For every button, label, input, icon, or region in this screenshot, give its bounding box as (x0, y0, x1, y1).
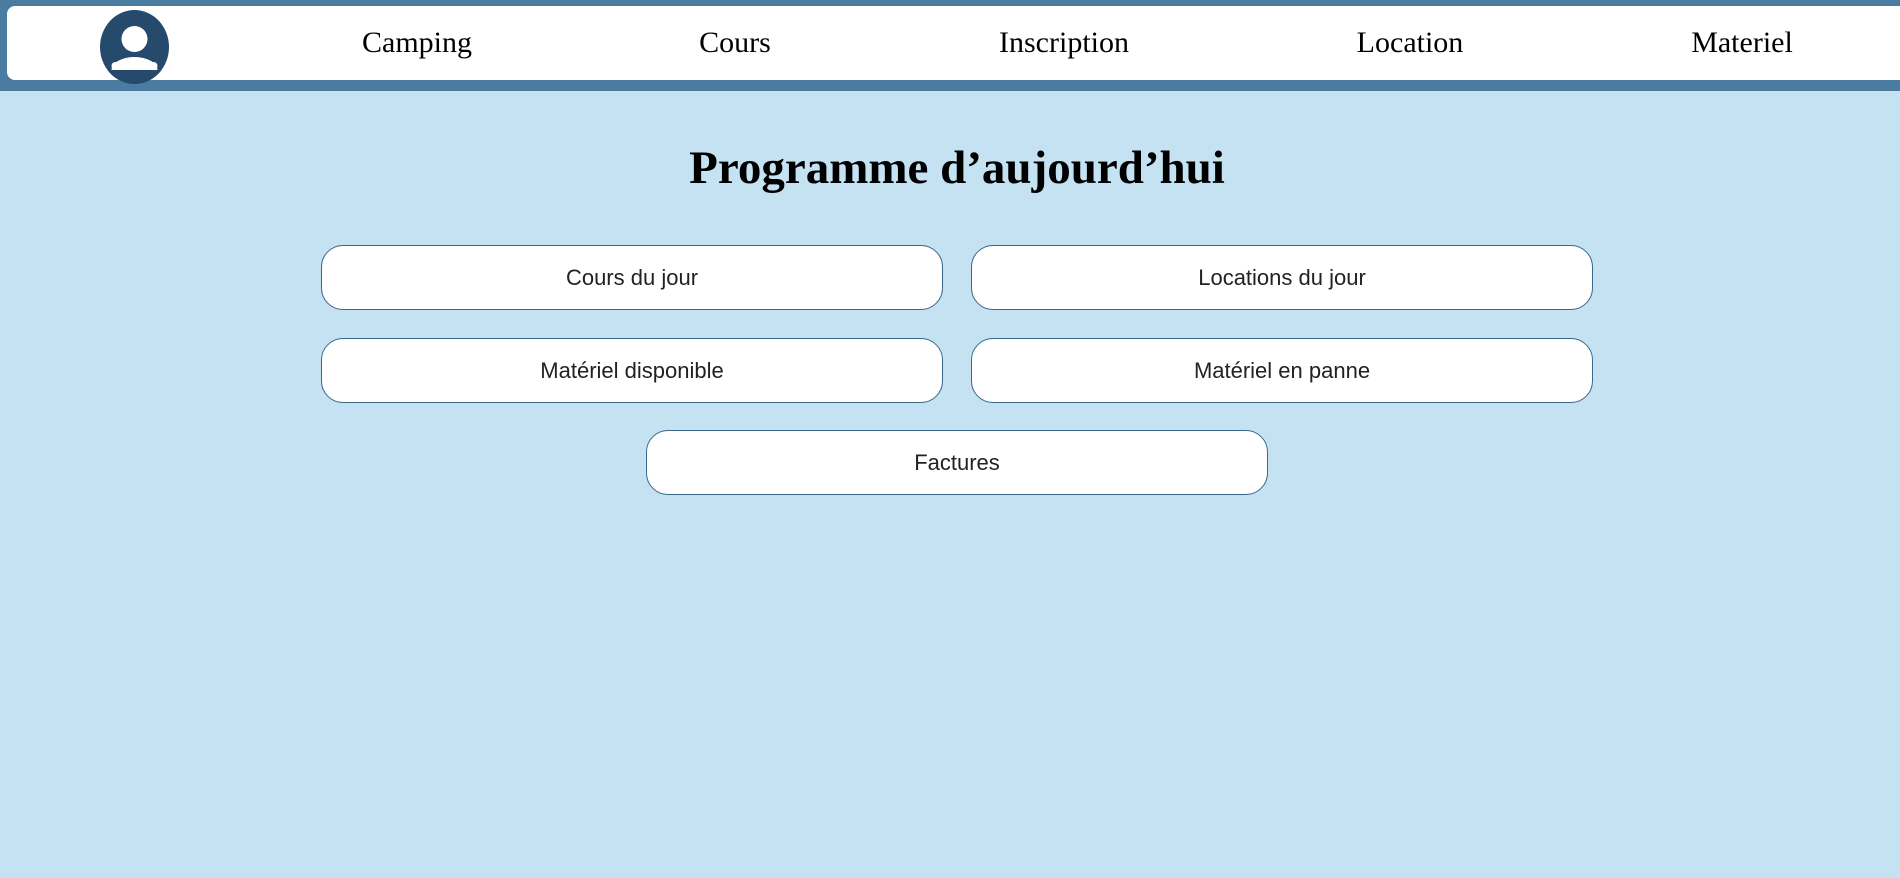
nav-item-location[interactable]: Location (1357, 6, 1464, 80)
cours-du-jour-button[interactable]: Cours du jour (321, 245, 943, 310)
nav-item-materiel[interactable]: Materiel (1691, 6, 1793, 80)
top-navigation-bar: Camping Cours Inscription Location Mater… (7, 6, 1900, 84)
nav-item-cours[interactable]: Cours (699, 6, 771, 80)
page-title: Programme d’aujourd’hui (689, 142, 1225, 194)
nav-item-camping[interactable]: Camping (362, 6, 472, 80)
nav-item-inscription[interactable]: Inscription (999, 6, 1129, 80)
top-navigation-frame: Camping Cours Inscription Location Mater… (0, 0, 1900, 91)
locations-du-jour-button[interactable]: Locations du jour (971, 245, 1593, 310)
factures-button[interactable]: Factures (646, 430, 1268, 495)
user-avatar-icon[interactable] (100, 10, 169, 84)
materiel-en-panne-button[interactable]: Matériel en panne (971, 338, 1593, 403)
materiel-disponible-button[interactable]: Matériel disponible (321, 338, 943, 403)
